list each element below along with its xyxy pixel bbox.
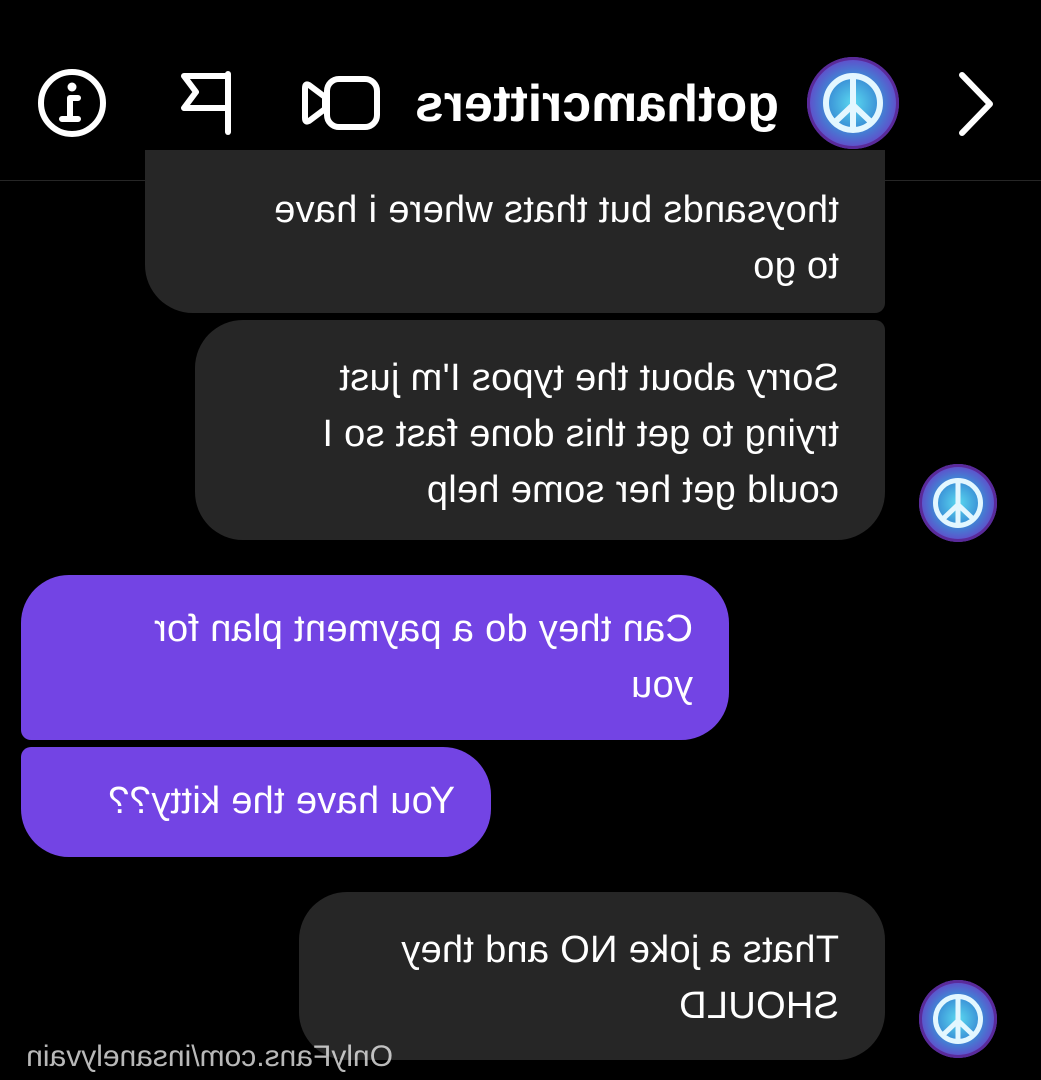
message-line: thoysands but thats where i have	[273, 189, 839, 231]
peace-sign-icon	[823, 73, 883, 133]
video-camera-icon	[302, 76, 380, 130]
info-icon	[38, 69, 106, 137]
message-bubble-outgoing[interactable]: Can they do a payment plan for you	[21, 575, 729, 740]
chevron-left-icon	[959, 72, 993, 136]
message-line: Sorry about the typos I'm just	[339, 357, 839, 399]
chat-username[interactable]: gothamcritters	[415, 72, 779, 136]
message-bubble-incoming[interactable]: Thats a joke NO and they SHOULD	[299, 892, 885, 1060]
message-line: could get her some help	[426, 469, 840, 511]
sender-avatar[interactable]	[919, 980, 997, 1058]
message-bubble-outgoing[interactable]: You have the kitty??	[21, 747, 491, 857]
flag-icon	[181, 71, 231, 135]
message-bubble-incoming[interactable]: thoysands but thats where i have to go	[145, 150, 885, 313]
message-line: to go	[752, 245, 839, 287]
message-line: Thats a joke NO and they	[400, 929, 839, 971]
message-line: you	[630, 664, 693, 706]
video-call-button[interactable]	[301, 68, 381, 138]
mirrored-screen: gothamcritters thoysands but thats where…	[0, 0, 1041, 1080]
message-bubble-incoming[interactable]: Sorry about the typos I'm just trying to…	[195, 320, 885, 540]
message-line: Can they do a payment plan for	[153, 608, 693, 650]
peace-sign-icon	[933, 994, 983, 1044]
header-avatar[interactable]	[807, 57, 899, 149]
info-button[interactable]	[31, 62, 113, 144]
watermark-text: OnlyFans.com/insanelyvain	[26, 1040, 393, 1073]
message-line: trying to get this done fast so I	[322, 413, 839, 455]
message-line: SHOULD	[678, 985, 839, 1027]
peace-sign-icon	[933, 478, 983, 528]
report-flag-button[interactable]	[171, 66, 241, 140]
sender-avatar[interactable]	[919, 464, 997, 542]
message-line: You have the kitty??	[108, 780, 455, 822]
back-button[interactable]	[941, 62, 1011, 146]
